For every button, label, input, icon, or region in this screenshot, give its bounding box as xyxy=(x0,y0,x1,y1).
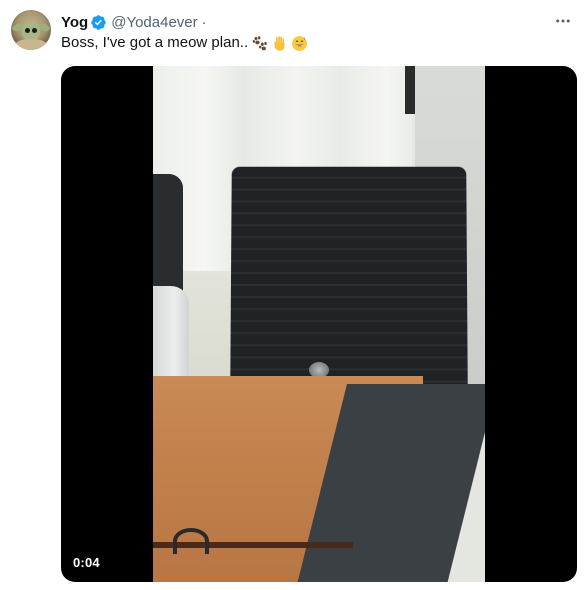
raised-hand-emoji-icon xyxy=(274,35,285,51)
video-player[interactable]: 0:04 xyxy=(61,66,577,582)
display-name[interactable]: Yog xyxy=(61,14,88,31)
paw-prints-emoji-icon xyxy=(252,35,267,50)
video-duration: 0:04 xyxy=(73,555,100,570)
avatar-eye-left xyxy=(25,28,30,33)
verified-badge-icon xyxy=(91,14,106,30)
avatar[interactable] xyxy=(11,10,51,50)
tweet-text-body: Boss, I've got a meow plan.. xyxy=(61,34,249,51)
tweet-header: Yog @Yoda4ever · xyxy=(61,12,207,32)
office-chair xyxy=(230,166,468,389)
tweet-text: Boss, I've got a meow plan.. xyxy=(61,33,308,53)
more-options-button[interactable] xyxy=(554,12,572,30)
grinning-sweat-emoji-icon xyxy=(292,35,308,51)
window-frame xyxy=(405,66,415,114)
avatar-robe xyxy=(15,39,47,50)
cable-loop xyxy=(173,528,209,554)
video-frame xyxy=(153,66,485,582)
user-handle[interactable]: @Yoda4ever xyxy=(111,14,197,31)
avatar-eye-right xyxy=(32,28,37,33)
more-dots-icon xyxy=(556,19,570,23)
person-shirt xyxy=(153,286,189,386)
separator-dot: · xyxy=(201,13,207,31)
tweet-card[interactable]: Yog @Yoda4ever · Boss, I've got a meow p… xyxy=(0,0,584,590)
